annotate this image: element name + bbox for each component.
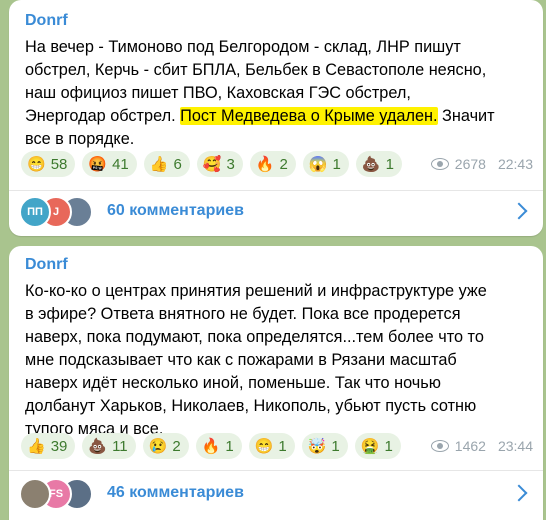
reaction-pill[interactable]: 💩 11 <box>82 433 136 459</box>
post-text: На вечер - Тимоново под Белгородом - скл… <box>25 36 495 151</box>
post-meta: 1462 23:44 <box>430 438 533 454</box>
screaming-face-icon: 😱 <box>308 155 328 173</box>
highlighted-text: Пост Медведева о Крыме удален. <box>180 107 438 125</box>
reaction-count: 41 <box>112 155 129 173</box>
views-count: 1462 <box>454 438 486 454</box>
views-count: 2678 <box>454 156 486 172</box>
comments-button[interactable]: ПП J 60 комментариев <box>19 191 533 231</box>
chevron-right-icon <box>510 202 528 220</box>
channel-post: Donrf На вечер - Тимоново под Белгородом… <box>9 0 543 236</box>
reaction-count: 1 <box>385 155 394 173</box>
poop-icon: 💩 <box>88 437 108 455</box>
reaction-pill[interactable]: 💩 1 <box>355 151 402 177</box>
views-eye-icon <box>430 440 449 452</box>
channel-post: Donrf Ко-ко-ко о центрах принятия решени… <box>9 246 543 520</box>
views-eye-icon <box>430 158 449 170</box>
reaction-count: 6 <box>173 155 182 173</box>
post-text-part: Ко-ко-ко о центрах принятия решений и ин… <box>25 282 487 438</box>
smiling-hearts-face-icon: 🥰 <box>202 155 222 173</box>
reaction-pill[interactable]: 🥰 3 <box>196 151 243 177</box>
comments-count-label: 46 комментариев <box>107 484 244 501</box>
post-author[interactable]: Donrf <box>25 256 68 274</box>
avatar <box>19 478 51 510</box>
reaction-pill[interactable]: 😁 58 <box>21 151 76 177</box>
exploding-head-icon: 🤯 <box>307 437 327 455</box>
fire-icon: 🔥 <box>201 437 221 455</box>
post-time: 22:43 <box>497 156 533 172</box>
grinning-face-icon: 😁 <box>27 155 46 173</box>
poop-icon: 💩 <box>361 155 381 173</box>
reaction-count: 2 <box>279 155 288 173</box>
reaction-count: 1 <box>225 437 234 455</box>
reaction-count: 58 <box>50 155 68 173</box>
grinning-face-icon: 😁 <box>254 437 274 455</box>
comments-count-label: 60 комментариев <box>107 202 244 219</box>
reaction-pill[interactable]: 🔥 2 <box>249 151 296 177</box>
reaction-pill[interactable]: 👍 39 <box>21 433 76 459</box>
divider <box>9 470 543 471</box>
reaction-count: 39 <box>50 437 68 455</box>
reaction-pill[interactable]: 🔥 1 <box>195 433 242 459</box>
reaction-pill[interactable]: 🤬 41 <box>82 151 137 177</box>
post-author[interactable]: Donrf <box>25 12 68 30</box>
reaction-pill[interactable]: 👍 6 <box>143 151 190 177</box>
thumbs-up-icon: 👍 <box>27 437 46 455</box>
reaction-count: 1 <box>331 437 340 455</box>
reaction-pill[interactable]: 🤮 1 <box>354 433 401 459</box>
reactions-bar: 👍 39 💩 11 😢 2 🔥 1 😁 1 🤯 1 🤮 1 <box>21 433 401 459</box>
fire-icon: 🔥 <box>255 155 275 173</box>
reactions-bar: 😁 58 🤬 41 👍 6 🥰 3 🔥 2 😱 1 💩 1 <box>21 151 402 177</box>
reaction-count: 2 <box>172 437 181 455</box>
post-time: 23:44 <box>497 438 533 454</box>
reaction-count: 11 <box>112 437 128 455</box>
crying-face-icon: 😢 <box>148 437 168 455</box>
comments-button[interactable]: FS 46 комментариев <box>19 473 533 513</box>
reaction-count: 1 <box>332 155 341 173</box>
avatar: ПП <box>19 196 51 228</box>
reaction-pill[interactable]: 🤯 1 <box>301 433 348 459</box>
chevron-right-icon <box>510 484 528 502</box>
reaction-pill[interactable]: 😱 1 <box>302 151 349 177</box>
post-meta: 2678 22:43 <box>430 156 533 172</box>
reaction-pill[interactable]: 😁 1 <box>248 433 295 459</box>
reaction-count: 1 <box>278 437 287 455</box>
thumbs-up-icon: 👍 <box>149 155 169 173</box>
post-text: Ко-ко-ко о центрах принятия решений и ин… <box>25 280 495 441</box>
vomiting-face-icon: 🤮 <box>360 437 380 455</box>
reaction-count: 1 <box>384 437 393 455</box>
commenter-avatars: FS <box>19 478 107 510</box>
angry-face-icon: 🤬 <box>88 155 108 173</box>
reaction-pill[interactable]: 😢 2 <box>142 433 189 459</box>
commenter-avatars: ПП J <box>19 196 107 228</box>
reaction-count: 3 <box>226 155 235 173</box>
